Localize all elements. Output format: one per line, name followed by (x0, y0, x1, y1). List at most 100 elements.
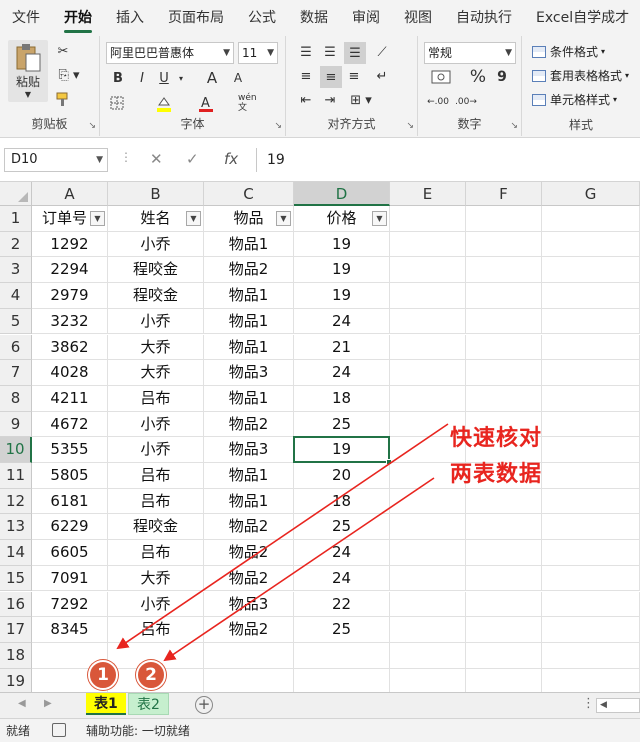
empty-cell[interactable] (390, 617, 466, 643)
table-cell[interactable]: 物品1 (204, 283, 294, 309)
table-cell[interactable]: 吕布 (108, 463, 204, 489)
horizontal-scrollbar[interactable]: ◀ (596, 698, 640, 713)
table-cell[interactable]: 程咬金 (108, 514, 204, 541)
empty-cell[interactable] (542, 437, 640, 463)
comma-button[interactable]: 9 (494, 66, 510, 88)
empty-cell[interactable] (294, 668, 390, 692)
empty-cell[interactable] (390, 231, 466, 258)
italic-button[interactable]: I (134, 68, 150, 88)
table-cell[interactable]: 22 (294, 591, 390, 618)
formula-input[interactable]: 19 (256, 148, 640, 172)
empty-cell[interactable] (390, 283, 466, 309)
empty-cell[interactable] (542, 463, 640, 489)
table-cell[interactable]: 物品1 (204, 463, 294, 489)
align-bottom-icon[interactable]: ☰ (344, 42, 366, 64)
column-header-D[interactable]: D (294, 182, 390, 206)
scroll-right-icon[interactable]: ▶ (44, 698, 52, 709)
row-header[interactable]: 5 (0, 308, 32, 335)
empty-cell[interactable] (542, 642, 640, 669)
column-header-A[interactable]: A (32, 182, 108, 206)
row-header[interactable]: 6 (0, 334, 32, 361)
empty-cell[interactable] (466, 642, 542, 669)
table-cell[interactable]: 物品3 (204, 591, 294, 618)
empty-cell[interactable] (466, 283, 542, 309)
menu-item-4[interactable]: 公式 (236, 0, 288, 36)
currency-icon[interactable] (426, 66, 456, 88)
increase-indent-icon[interactable]: ⇥ (320, 90, 340, 110)
row-header[interactable]: 14 (0, 540, 32, 566)
table-cell[interactable]: 物品1 (204, 334, 294, 361)
row-header[interactable]: 12 (0, 488, 32, 515)
table-cell[interactable]: 小乔 (108, 231, 204, 258)
empty-cell[interactable] (390, 385, 466, 412)
table-cell[interactable]: 吕布 (108, 617, 204, 643)
table-cell[interactable]: 25 (294, 617, 390, 643)
table-cell[interactable]: 24 (294, 360, 390, 386)
table-cell[interactable]: 24 (294, 308, 390, 335)
table-cell[interactable]: 18 (294, 488, 390, 515)
empty-cell[interactable] (466, 540, 542, 566)
wrap-text-icon[interactable]: ↵ (372, 66, 392, 86)
empty-cell[interactable] (542, 308, 640, 335)
empty-cell[interactable] (542, 617, 640, 643)
row-header[interactable]: 11 (0, 463, 32, 489)
table-cell[interactable]: 6229 (32, 514, 108, 541)
table-cell[interactable]: 7292 (32, 591, 108, 618)
empty-cell[interactable] (204, 642, 294, 669)
scroll-left-icon[interactable]: ◀ (18, 698, 26, 709)
empty-cell[interactable] (390, 642, 466, 669)
paste-button[interactable]: 粘贴 ▼ (8, 40, 48, 102)
menu-item-0[interactable]: 文件 (0, 0, 52, 36)
table-cell[interactable]: 物品2 (204, 257, 294, 284)
table-cell[interactable]: 吕布 (108, 540, 204, 566)
empty-cell[interactable] (466, 257, 542, 284)
empty-cell[interactable] (466, 668, 542, 692)
table-cell[interactable]: 吕布 (108, 488, 204, 515)
table-cell[interactable]: 6605 (32, 540, 108, 566)
table-cell[interactable]: 21 (294, 334, 390, 361)
number-format-select[interactable]: 常规 ▼ (424, 42, 516, 64)
align-middle-icon[interactable]: ☰ (320, 42, 340, 62)
empty-cell[interactable] (390, 514, 466, 541)
copy-icon[interactable]: ⎘ ▾ (54, 66, 84, 84)
fill-color-icon[interactable] (154, 94, 174, 114)
row-header[interactable]: 18 (0, 642, 32, 669)
table-cell[interactable]: 24 (294, 540, 390, 566)
table-cell[interactable]: 7091 (32, 565, 108, 592)
sheet-tab-1[interactable]: 表1 (86, 693, 126, 715)
table-cell[interactable]: 吕布 (108, 385, 204, 412)
empty-cell[interactable] (390, 206, 466, 232)
alignment-launcher-icon[interactable]: ↘ (406, 121, 414, 131)
table-cell[interactable]: 物品2 (204, 565, 294, 592)
confirm-icon[interactable]: ✓ (186, 150, 199, 168)
scroll-left-icon[interactable]: ◀ (600, 700, 607, 710)
font-name-select[interactable]: 阿里巴巴普惠体 ▼ (106, 42, 234, 64)
cut-icon[interactable]: ✂ (54, 42, 72, 60)
empty-cell[interactable] (204, 668, 294, 692)
border-icon[interactable] (108, 94, 126, 112)
font-color-icon[interactable]: A (196, 94, 216, 114)
column-header-partial[interactable] (618, 182, 640, 206)
empty-cell[interactable] (390, 591, 466, 618)
table-cell[interactable]: 物品1 (204, 231, 294, 258)
table-cell[interactable]: 24 (294, 565, 390, 592)
select-all-corner[interactable] (0, 182, 32, 206)
table-cell[interactable]: 物品2 (204, 540, 294, 566)
empty-cell[interactable] (466, 308, 542, 335)
table-cell[interactable]: 大乔 (108, 360, 204, 386)
empty-cell[interactable] (542, 206, 640, 232)
font-size-select[interactable]: 11 ▼ (238, 42, 278, 64)
add-sheet-icon[interactable]: + (195, 696, 213, 714)
row-header[interactable]: 3 (0, 257, 32, 284)
empty-cell[interactable] (542, 488, 640, 515)
table-format-button[interactable]: 套用表格格式 ▾ (532, 67, 629, 84)
empty-cell[interactable] (466, 591, 542, 618)
empty-cell[interactable] (466, 360, 542, 386)
empty-cell[interactable] (466, 385, 542, 412)
cancel-icon[interactable]: ✕ (150, 150, 163, 168)
table-cell[interactable]: 小乔 (108, 437, 204, 463)
table-cell[interactable]: 程咬金 (108, 257, 204, 284)
merge-center-icon[interactable]: ⊞ ▾ (348, 90, 374, 110)
empty-cell[interactable] (390, 540, 466, 566)
underline-button[interactable]: U (156, 68, 172, 88)
